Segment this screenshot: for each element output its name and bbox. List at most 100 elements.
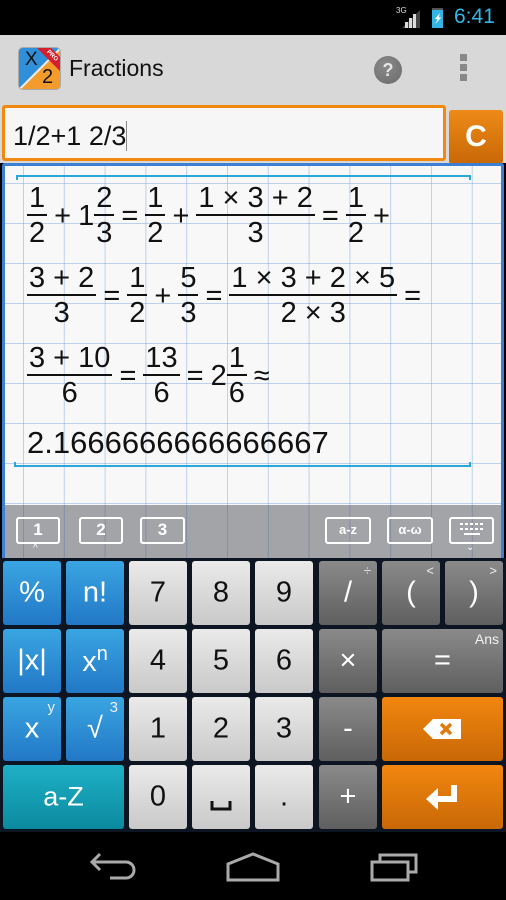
numerator: 1 [129,262,146,294]
key-alt-label: Ans [474,631,499,647]
recents-icon[interactable] [370,852,420,882]
decimal-result: 2.1666666666666667 [27,425,329,460]
equals-key[interactable]: = Ans [382,629,503,693]
space-key[interactable] [192,765,250,829]
denominator: 3 [247,217,264,249]
key-label: 9 [275,576,293,609]
decimal-point-key[interactable]: . [255,765,313,829]
app-logo-icon[interactable]: X 2 PRO [18,47,61,90]
denominator: 6 [153,377,170,409]
expression-input[interactable]: 1/2+1 2/3 [2,105,446,161]
more-vertical-dot [460,74,467,81]
numerator: 1 × 3 + 2 [198,182,313,214]
enter-icon [426,785,457,810]
math-operator: = [404,279,422,312]
fraction: 3 + 23 [27,262,97,330]
fraction: 3 + 10 6 [27,342,113,410]
key-label: 7 [149,576,167,609]
digit-5-key[interactable]: 5 [192,629,250,693]
chevron-up-icon: ^ [33,543,38,554]
math-operator: + [54,199,72,232]
power-key[interactable]: xn [66,629,124,693]
fraction: 23 [94,182,115,250]
plus-key[interactable]: + [319,765,377,829]
math-operator: = [103,279,121,312]
close-paren-key[interactable]: ) > [445,561,503,625]
clear-button[interactable]: C [449,110,503,164]
digit-6-key[interactable]: 6 [255,629,313,693]
keypad-tab-greek[interactable]: α-ω [387,517,433,544]
app-logo-2: 2 [42,66,54,88]
divide-key[interactable]: / ÷ [319,561,377,625]
key-alt-label: 3 [109,699,118,716]
key-label: a-Z [43,781,84,812]
factorial-key[interactable]: n! [66,561,124,625]
home-icon[interactable] [226,852,280,882]
denominator: 3 [96,217,113,249]
overflow-menu-button[interactable] [460,54,468,82]
app-logo-x: X [25,49,38,70]
keyboard-toggle-button[interactable] [449,517,494,544]
numerator: 3 + 10 [29,342,111,374]
key-label: 6 [275,644,293,677]
digit-1-key[interactable]: 1 [129,697,187,761]
percent-key[interactable]: % [3,561,61,625]
minus-key[interactable]: - [319,697,377,761]
keypad-tab-3[interactable]: 3 [140,517,185,544]
key-label: 2 [212,712,230,745]
key-label: 4 [149,644,167,677]
digit-4-key[interactable]: 4 [129,629,187,693]
digit-0-key[interactable]: 0 [129,765,187,829]
open-paren-key[interactable]: (< [382,561,440,625]
key-alt-label: ÷ [363,563,371,578]
x-variable-key[interactable]: xy [3,697,61,761]
absolute-value-key[interactable]: |x| [3,629,61,693]
sqrt-key[interactable]: √ 3 [66,697,124,761]
key-label: - [343,712,353,745]
digit-2-key[interactable]: 2 [192,697,250,761]
app-title: Fractions [69,55,164,81]
digit-3-key[interactable]: 3 [255,697,313,761]
numerator: 5 [180,262,197,294]
fraction: 12 [27,182,48,250]
keypad-tab-latin[interactable]: a-z [325,517,371,544]
key-label: n! [82,576,108,609]
multiply-key[interactable]: × [319,629,377,693]
keyboard-switcher: 1 ^ 2 3 a-z α-ω ⌄ [2,505,504,558]
key-label: % [19,576,45,609]
keypad-tab-2[interactable]: 2 [79,517,123,544]
keypad-tab-1[interactable]: 1 [16,517,60,544]
numerator: 13 [145,342,178,374]
result-line-1: 1 2 +1 2 3 = 1 2 +1 × 3 + 2 3 = 1 2 + [25,182,395,250]
math-operator: = [321,199,339,232]
keyboard-icon [459,523,483,535]
fraction: 12 [345,182,366,250]
power-exponent: n [96,643,108,666]
fraction: 1 × 3 + 23 [196,182,315,250]
backspace-key[interactable] [382,697,503,761]
more-vertical-icon [460,54,467,61]
enter-key[interactable] [382,765,503,829]
numerator: 2 [96,182,113,214]
denominator: 6 [61,377,78,409]
fraction: 12 [145,182,166,250]
denominator: 3 [53,297,70,329]
math-operator: + [172,199,190,232]
digit-7-key[interactable]: 7 [129,561,187,625]
keypad: % n! 7 8 9 /÷ (< ) > |x| xn 4 5 6 × = Ans … [0,558,506,832]
numerator: 1 [347,182,364,214]
key-label: . [279,780,289,813]
fraction: 53 [178,262,199,330]
help-button[interactable]: ? [374,56,402,84]
digit-9-key[interactable]: 9 [255,561,313,625]
alpha-keyboard-key[interactable]: a-Z [3,765,124,829]
denominator: 2 [129,297,146,329]
backspace-icon [423,719,461,739]
key-alt-label: < [426,563,434,578]
denominator: 3 [180,297,197,329]
status-bar: 3G 6:41 [0,0,506,35]
fraction: 16 [226,342,247,410]
back-icon[interactable] [88,852,136,882]
digit-8-key[interactable]: 8 [192,561,250,625]
key-label: + [339,780,357,813]
